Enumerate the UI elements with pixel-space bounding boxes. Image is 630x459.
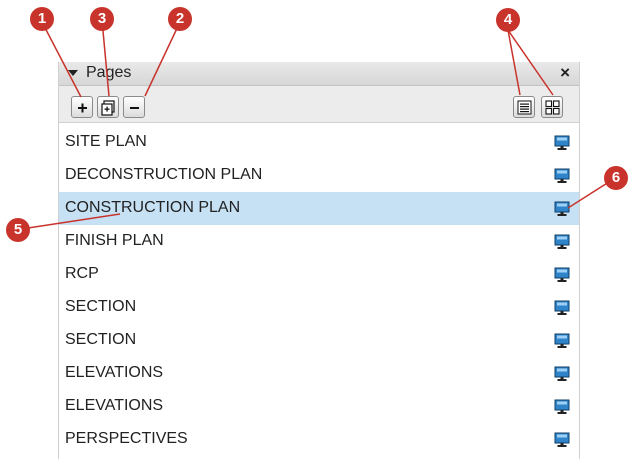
callout-leader-lines — [27, 19, 613, 229]
callout-6: 6 — [604, 166, 628, 190]
callout-2: 2 — [168, 7, 192, 31]
callout-5: 5 — [6, 218, 30, 242]
callout-3: 3 — [90, 7, 114, 31]
callout-4: 4 — [496, 8, 520, 32]
callout-1: 1 — [30, 7, 54, 31]
